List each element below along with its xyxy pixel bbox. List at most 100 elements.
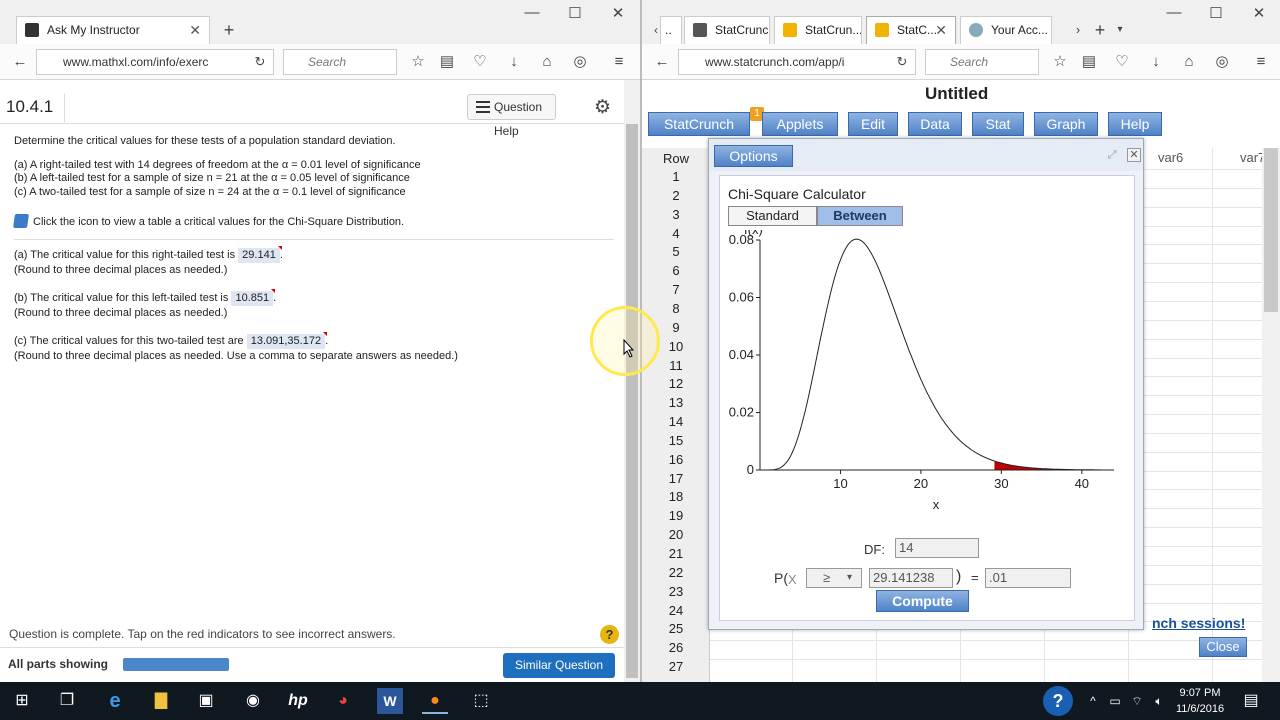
standard-mode-button[interactable]: Standard: [728, 206, 817, 226]
row-number[interactable]: 7: [642, 282, 710, 297]
tab-list-icon[interactable]: ▾: [1110, 20, 1130, 40]
download-icon[interactable]: ↓: [1146, 52, 1166, 72]
comparator-select[interactable]: ≥ ▾: [806, 568, 862, 588]
row-number[interactable]: 21: [642, 546, 710, 561]
expand-icon[interactable]: ⤢: [1105, 148, 1119, 162]
answer-b-value[interactable]: 10.851: [231, 289, 275, 306]
scroll-thumb[interactable]: [626, 124, 638, 678]
question-help-button[interactable]: Question Help: [467, 94, 556, 138]
close-window-icon[interactable]: ✕: [606, 4, 630, 22]
row-number[interactable]: 1: [642, 169, 710, 184]
row-number[interactable]: 15: [642, 433, 710, 448]
file-explorer-icon[interactable]: ▇: [148, 688, 174, 714]
back-icon[interactable]: ←: [10, 52, 30, 72]
table-link[interactable]: Click the icon to view a table a critica…: [13, 214, 404, 229]
volume-icon[interactable]: 🔈︎: [1146, 688, 1172, 714]
notifications-icon[interactable]: ▤: [1238, 688, 1264, 714]
reading-list-icon[interactable]: ▤: [1079, 52, 1099, 72]
download-icon[interactable]: ↓: [504, 52, 524, 72]
row-number[interactable]: 27: [642, 659, 710, 674]
row-number[interactable]: 13: [642, 395, 710, 410]
reload-icon[interactable]: ↻: [250, 52, 270, 72]
system-clock[interactable]: 9:07 PM 11/6/2016: [1172, 685, 1228, 717]
row-number[interactable]: 19: [642, 508, 710, 523]
search-field[interactable]: Search: [283, 49, 397, 75]
search-field[interactable]: Search: [925, 49, 1039, 75]
compute-button[interactable]: Compute: [876, 590, 969, 612]
url-field[interactable]: www.statcrunch.com/app/i: [678, 49, 916, 75]
scroll-thumb[interactable]: [1264, 148, 1278, 312]
row-number[interactable]: 23: [642, 584, 710, 599]
close-button[interactable]: Close: [1199, 637, 1247, 657]
menu-data[interactable]: Data: [908, 112, 962, 136]
row-number[interactable]: 18: [642, 489, 710, 504]
reading-list-icon[interactable]: ▤: [437, 52, 457, 72]
tab-partial[interactable]: ..: [660, 16, 682, 44]
row-number[interactable]: 4: [642, 226, 710, 241]
row-number[interactable]: 24: [642, 603, 710, 618]
row-number[interactable]: 20: [642, 527, 710, 542]
answer-c-value[interactable]: 13.091,35.172: [246, 332, 328, 349]
close-tab-icon[interactable]: ✕: [935, 17, 947, 43]
maximize-icon[interactable]: ☐: [563, 4, 587, 22]
between-mode-button[interactable]: Between: [817, 206, 903, 226]
row-number[interactable]: 12: [642, 376, 710, 391]
pocket-icon[interactable]: ♡: [470, 52, 490, 72]
df-input[interactable]: 14: [895, 538, 979, 558]
home-icon[interactable]: ⌂: [1179, 52, 1199, 72]
gear-icon[interactable]: ⚙: [594, 96, 611, 119]
x-value-input[interactable]: 29.141238: [869, 568, 953, 588]
tab-scroll-right-icon[interactable]: ›: [1068, 20, 1088, 40]
help-icon[interactable]: ?: [600, 625, 619, 644]
home-icon[interactable]: ⌂: [537, 52, 557, 72]
left-scrollbar[interactable]: [624, 80, 640, 682]
grid-scrollbar[interactable]: [1262, 148, 1280, 682]
media-app-icon[interactable]: ◉: [240, 688, 266, 714]
word-icon[interactable]: W: [377, 688, 403, 714]
options-button[interactable]: Options: [714, 145, 793, 167]
store-icon[interactable]: ▣: [193, 688, 219, 714]
task-view-icon[interactable]: ❐: [54, 688, 80, 714]
tab-statcrunch-active[interactable]: StatC... ✕: [866, 16, 956, 44]
row-number[interactable]: 26: [642, 640, 710, 655]
menu-stat[interactable]: Stat: [972, 112, 1024, 136]
similar-question-button[interactable]: Similar Question: [503, 653, 615, 678]
extension-icon[interactable]: ◎: [1212, 52, 1232, 72]
row-number[interactable]: 3: [642, 207, 710, 222]
new-tab-icon[interactable]: +: [1090, 20, 1110, 40]
snipping-tool-icon[interactable]: ⬚: [468, 688, 494, 714]
minimize-icon[interactable]: —: [520, 4, 544, 21]
menu-edit[interactable]: Edit: [848, 112, 898, 136]
tab-statcrunch-1[interactable]: StatCrunch: [684, 16, 770, 44]
book-icon[interactable]: [13, 214, 29, 228]
edge-browser-icon[interactable]: e: [102, 688, 128, 714]
row-number[interactable]: 8: [642, 301, 710, 316]
row-number[interactable]: 6: [642, 263, 710, 278]
start-windows-icon[interactable]: ⊞: [9, 688, 35, 714]
row-number[interactable]: 16: [642, 452, 710, 467]
bookmark-star-icon[interactable]: ☆: [408, 52, 428, 72]
new-tab-icon[interactable]: +: [219, 20, 239, 40]
firefox-icon[interactable]: ●: [422, 688, 448, 714]
menu-icon[interactable]: ≡: [609, 52, 629, 72]
tab-your-account[interactable]: Your Acc...: [960, 16, 1052, 44]
chrome-icon[interactable]: ◕: [330, 688, 356, 714]
maximize-icon[interactable]: ☐: [1204, 4, 1228, 22]
hp-icon[interactable]: hp: [285, 688, 311, 714]
menu-statcrunch[interactable]: StatCrunch 1: [648, 107, 764, 136]
tab-ask-my-instructor[interactable]: Ask My Instructor ✕: [16, 16, 210, 44]
row-number[interactable]: 17: [642, 471, 710, 486]
column-header-var6[interactable]: var6: [1158, 148, 1183, 168]
menu-help[interactable]: Help: [1108, 112, 1162, 136]
row-number[interactable]: 2: [642, 188, 710, 203]
close-tab-icon[interactable]: ✕: [189, 17, 201, 43]
menu-icon[interactable]: ≡: [1251, 52, 1271, 72]
row-number[interactable]: 25: [642, 621, 710, 636]
reload-icon[interactable]: ↻: [892, 52, 912, 72]
url-field[interactable]: www.mathxl.com/info/exerc: [36, 49, 274, 75]
menu-graph[interactable]: Graph: [1034, 112, 1098, 136]
probability-input[interactable]: .01: [985, 568, 1071, 588]
tab-statcrunch-2[interactable]: StatCrun...: [774, 16, 862, 44]
sessions-link[interactable]: nch sessions!: [1152, 615, 1245, 631]
close-dialog-icon[interactable]: ✕: [1127, 148, 1141, 162]
